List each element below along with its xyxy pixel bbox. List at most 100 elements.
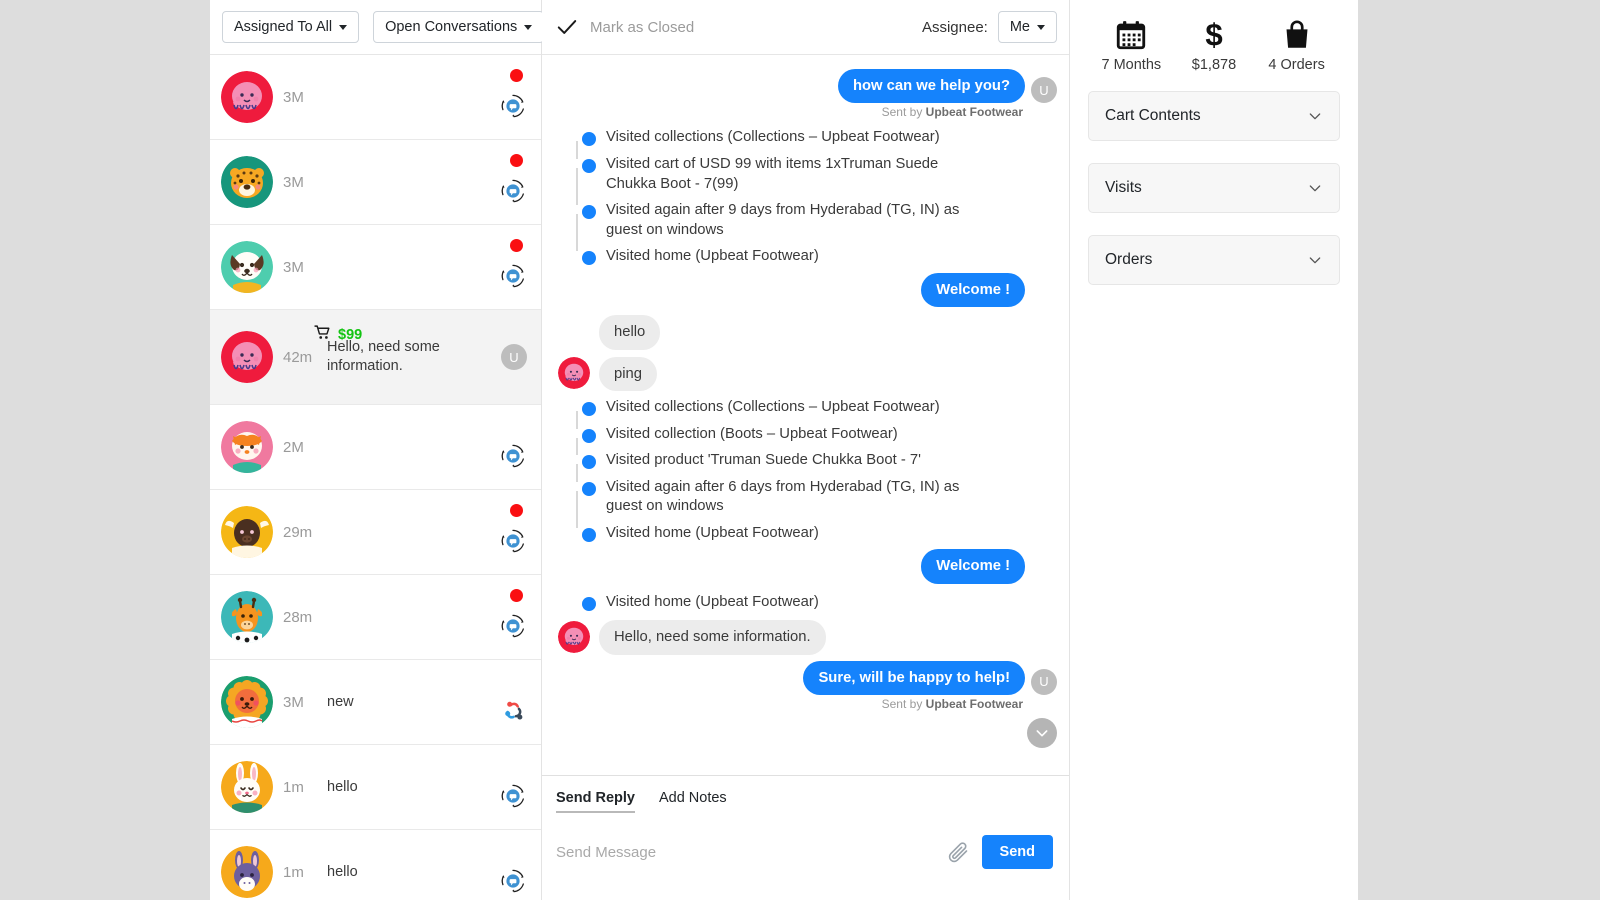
conversation-filters: Assigned To All Open Conversations [210, 0, 541, 55]
outgoing-message: Sure, will be happy to help!U Sent by Upb… [554, 661, 1057, 711]
chevron-down-icon [339, 25, 347, 30]
activity-connector [576, 141, 578, 159]
conversation-list-item[interactable]: 1mhello [210, 745, 541, 830]
conversation-meta [499, 140, 527, 224]
chevron-down-icon [1034, 725, 1050, 741]
send-button[interactable]: Send [982, 835, 1053, 869]
conversation-status-filter[interactable]: Open Conversations [373, 11, 544, 43]
tab-send-reply[interactable]: Send Reply [556, 790, 635, 813]
calendar-icon [1091, 16, 1171, 54]
activity-dot-icon [582, 159, 596, 173]
conversation-meta [499, 745, 527, 829]
conversation-status-filter-label: Open Conversations [385, 19, 517, 35]
message-sent-by: Sent by Upbeat Footwear [554, 105, 1057, 119]
conversation-list[interactable]: 3M 3M [210, 55, 541, 900]
stat-tenure-label: 7 Months [1091, 57, 1171, 73]
conversation-list-item[interactable]: 3M [210, 140, 541, 225]
live-chat-returning-icon [499, 527, 527, 560]
cart-value: $99 [338, 327, 362, 343]
activity-connector [576, 491, 578, 528]
avatar [221, 676, 273, 728]
live-chat-returning-icon [499, 177, 527, 210]
avatar [221, 331, 273, 383]
avatar [221, 241, 273, 293]
avatar [221, 421, 273, 473]
customer-stats: 7 Months $ $1,878 4 Orders [1088, 10, 1340, 91]
avatar [221, 761, 273, 813]
visitor-activity-item: Visited collections (Collections – Upbea… [554, 391, 1057, 418]
conversation-list-item[interactable]: 2M [210, 405, 541, 490]
conversation-list-item[interactable]: 3M [210, 55, 541, 140]
accordion-cart-contents[interactable]: Cart Contents [1088, 91, 1340, 141]
live-chat-returning-icon [499, 612, 527, 645]
live-chat-returning-icon [499, 442, 527, 475]
visitor-activity-item: Visited home (Upbeat Footwear) [554, 517, 1057, 544]
activity-text: Visited collections (Collections – Upbea… [606, 398, 940, 418]
message-bubble: Sure, will be happy to help! [803, 661, 1025, 695]
visitor-activity-item: Visited home (Upbeat Footwear) [554, 240, 1057, 267]
live-chat-returning-icon [499, 782, 527, 815]
activity-text: Visited product 'Truman Suede Chukka Boo… [606, 451, 921, 471]
assigned-to-filter[interactable]: Assigned To All [222, 11, 359, 43]
conversation-meta [499, 55, 527, 139]
inbox-app: Assigned To All Open Conversations 3M [210, 0, 1358, 900]
activity-dot-icon [582, 482, 596, 496]
outgoing-message: Welcome ! [554, 273, 1057, 307]
accordion-orders[interactable]: Orders [1088, 235, 1340, 285]
activity-dot-icon [582, 205, 596, 219]
chevron-down-icon [1307, 252, 1323, 268]
message-bubble: how can we help you? [838, 69, 1025, 103]
message-thread[interactable]: how can we help you?USent by Upbeat Foot… [542, 55, 1069, 775]
avatar [221, 591, 273, 643]
conversation-meta [499, 405, 527, 489]
conversation-list-item[interactable]: 1mhello [210, 830, 541, 900]
visitor-activity-item: Visited product 'Truman Suede Chukka Boo… [554, 444, 1057, 471]
dollar-icon: $ [1174, 16, 1254, 54]
tab-add-notes[interactable]: Add Notes [659, 790, 727, 813]
activity-dot-icon [582, 597, 596, 611]
visitor-activity-item: Visited collections (Collections – Upbea… [554, 121, 1057, 148]
agent-avatar: U [1031, 669, 1057, 695]
accordion-visits[interactable]: Visits [1088, 163, 1340, 213]
mark-as-closed-button[interactable]: Mark as Closed [556, 16, 694, 38]
webhook-icon [501, 698, 527, 729]
activity-connector [576, 438, 578, 456]
visitor-activity-item: Visited again after 6 days from Hyderaba… [554, 471, 1057, 517]
chevron-down-icon [524, 25, 532, 30]
chat-panel: Mark as Closed Assignee: Me how can we h… [542, 0, 1070, 900]
avatar [221, 846, 273, 898]
conversation-list-item[interactable]: 3M [210, 225, 541, 310]
visitor-activity-item: Visited home (Upbeat Footwear) [554, 586, 1057, 613]
avatar [221, 156, 273, 208]
visitor-activity-item: Visited again after 9 days from Hyderaba… [554, 194, 1057, 240]
outgoing-message: Welcome ! [554, 549, 1057, 583]
live-chat-returning-icon [499, 867, 527, 900]
assignee-avatar: U [501, 344, 527, 370]
reply-composer: Send Reply Add Notes Send [542, 775, 1069, 900]
conversation-list-item[interactable]: 3Mnew [210, 660, 541, 745]
message-sent-by: Sent by Upbeat Footwear [554, 697, 1057, 711]
conversation-time: 29m [283, 524, 327, 541]
stat-orders: 4 Orders [1257, 16, 1337, 73]
conversation-time: 2M [283, 439, 327, 456]
incoming-message-group: helloping [554, 315, 1057, 391]
chevron-down-icon [1037, 25, 1045, 30]
message-input[interactable] [556, 844, 934, 861]
chat-header: Mark as Closed Assignee: Me [542, 0, 1069, 55]
conversation-list-item[interactable]: 28m [210, 575, 541, 660]
stat-spend-label: $1,878 [1174, 57, 1254, 73]
conversation-time: 28m [283, 609, 327, 626]
scroll-to-bottom-button[interactable] [1027, 718, 1057, 748]
assignee-dropdown[interactable]: Me [998, 11, 1057, 43]
cart-value-flag: $99 [314, 324, 362, 345]
attachment-icon[interactable] [946, 840, 970, 864]
svg-text:$: $ [1205, 18, 1222, 52]
conversation-meta [499, 575, 527, 659]
agent-avatar: U [1031, 77, 1057, 103]
assignee-control: Assignee: Me [922, 11, 1057, 43]
assigned-to-filter-label: Assigned To All [234, 19, 332, 35]
activity-text: Visited collections (Collections – Upbea… [606, 128, 940, 148]
conversation-list-item[interactable]: 29m [210, 490, 541, 575]
stat-orders-label: 4 Orders [1257, 57, 1337, 73]
conversation-list-item[interactable]: $99 42mHello, need some information.U [210, 310, 541, 405]
